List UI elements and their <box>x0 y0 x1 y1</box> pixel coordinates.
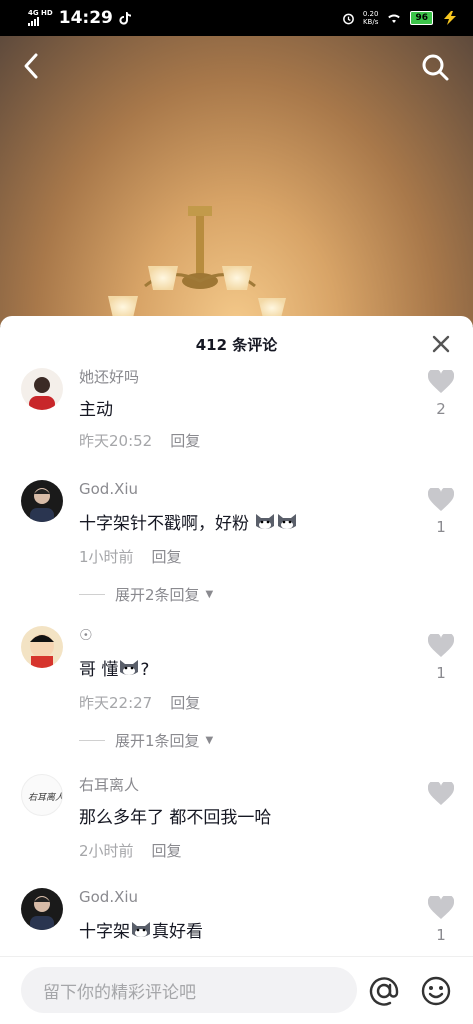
avatar[interactable]: 右耳离人 <box>21 774 63 816</box>
comment-item[interactable]: 她还好吗 主动 昨天20:52 回复 2 <box>0 366 473 466</box>
expand-replies[interactable]: 展开1条回复 ▼ <box>79 730 213 751</box>
battery-indicator: 96 <box>410 11 433 25</box>
heart-icon <box>427 780 455 805</box>
status-bar: 4G HD 14:29 0.20 KB/s 96 <box>0 0 473 36</box>
like-button[interactable] <box>426 780 456 810</box>
heart-icon <box>427 632 455 657</box>
like-count: 1 <box>436 664 446 682</box>
emoji-icon[interactable] <box>420 975 452 1007</box>
comment-time: 昨天20:52 <box>79 432 153 450</box>
heart-icon <box>427 486 455 511</box>
comment-meta: 2小时前 回复 <box>79 840 182 861</box>
like-button[interactable]: 1 <box>426 632 456 682</box>
comment-username[interactable]: ☉ <box>79 626 92 644</box>
clock: 14:29 <box>58 8 113 28</box>
close-icon[interactable] <box>431 334 451 354</box>
like-count: 1 <box>436 926 446 944</box>
comment-text: 主动 <box>79 400 113 420</box>
comments-header: 412 条评论 <box>0 316 473 372</box>
comment-text: 十字架 真好看 <box>79 922 203 942</box>
charging-icon <box>444 11 456 25</box>
avatar[interactable] <box>21 480 63 522</box>
chevron-left-icon[interactable] <box>18 52 46 80</box>
comment-meta: 1小时前 回复 <box>79 546 182 567</box>
caret-down-icon: ▼ <box>205 589 214 600</box>
status-left: 4G HD 14:29 <box>28 8 131 28</box>
comment-text: 那么多年了 都不回我一哈 <box>79 808 272 828</box>
net-speed: 0.20 KB/s <box>362 10 379 26</box>
avatar[interactable] <box>21 626 63 668</box>
status-right: 0.20 KB/s 96 <box>342 10 459 26</box>
search-icon[interactable] <box>420 52 450 82</box>
comments-count-title: 412 条评论 <box>195 335 278 354</box>
comments-sheet: 412 条评论 她还好吗 主动 昨天20:52 回复 2 God.Xiu 十字架针… <box>0 316 473 1024</box>
husky-emoji-icon <box>256 514 275 529</box>
comment-username[interactable]: 她还好吗 <box>79 366 139 387</box>
heart-icon <box>427 368 455 393</box>
svg-text:右耳离人: 右耳离人 <box>28 792 63 803</box>
chandelier-image <box>108 206 286 318</box>
husky-emoji-icon <box>278 514 297 529</box>
comment-input[interactable]: 留下你的精彩评论吧 <box>21 967 357 1013</box>
avatar[interactable] <box>21 368 63 410</box>
like-button[interactable]: 1 <box>426 894 456 944</box>
reply-button[interactable]: 回复 <box>152 548 182 566</box>
comment-meta: 昨天22:27 回复 <box>79 692 200 713</box>
like-count: 1 <box>436 518 446 536</box>
network-type: 4G HD <box>28 9 53 17</box>
tiktok-icon <box>119 12 131 25</box>
like-count: 2 <box>436 400 446 418</box>
comment-time: 2小时前 <box>79 842 134 860</box>
comment-text: 十字架针不戳啊，好粉 <box>79 509 298 534</box>
comment-item[interactable]: ☉ 哥 懂? 昨天22:27 回复 展开1条回复 ▼ 1 <box>0 626 473 756</box>
comment-username[interactable]: 右耳离人 <box>79 774 139 795</box>
comment-input-bar: 留下你的精彩评论吧 <box>0 956 473 1024</box>
wifi-icon <box>388 14 401 23</box>
like-button[interactable]: 2 <box>426 368 456 418</box>
alarm-icon <box>342 13 354 24</box>
comment-meta: 昨天20:52 回复 <box>79 430 200 451</box>
comment-text: 哥 懂? <box>79 660 150 680</box>
comment-item[interactable]: God.Xiu 十字架针不戳啊，好粉 1小时前 回复 展开2条回复 ▼ 1 <box>0 480 473 610</box>
avatar[interactable] <box>21 888 63 930</box>
signal-icon: 4G HD <box>28 10 53 26</box>
reply-button[interactable]: 回复 <box>170 694 200 712</box>
husky-emoji-icon <box>132 922 150 937</box>
comment-item[interactable]: 右耳离人 右耳离人 那么多年了 都不回我一哈 2小时前 回复 <box>0 774 473 874</box>
reply-button[interactable]: 回复 <box>170 432 200 450</box>
heart-icon <box>427 894 455 919</box>
comment-time: 1小时前 <box>79 548 134 566</box>
reply-button[interactable]: 回复 <box>152 842 182 860</box>
comment-time: 昨天22:27 <box>79 694 153 712</box>
like-button[interactable]: 1 <box>426 486 456 536</box>
comment-username[interactable]: God.Xiu <box>79 480 138 498</box>
husky-emoji-icon <box>120 660 139 675</box>
comment-username[interactable]: God.Xiu <box>79 888 138 906</box>
video-frame[interactable] <box>0 36 473 326</box>
expand-replies[interactable]: 展开2条回复 ▼ <box>79 584 213 605</box>
caret-down-icon: ▼ <box>205 735 214 746</box>
at-icon[interactable] <box>368 975 400 1007</box>
